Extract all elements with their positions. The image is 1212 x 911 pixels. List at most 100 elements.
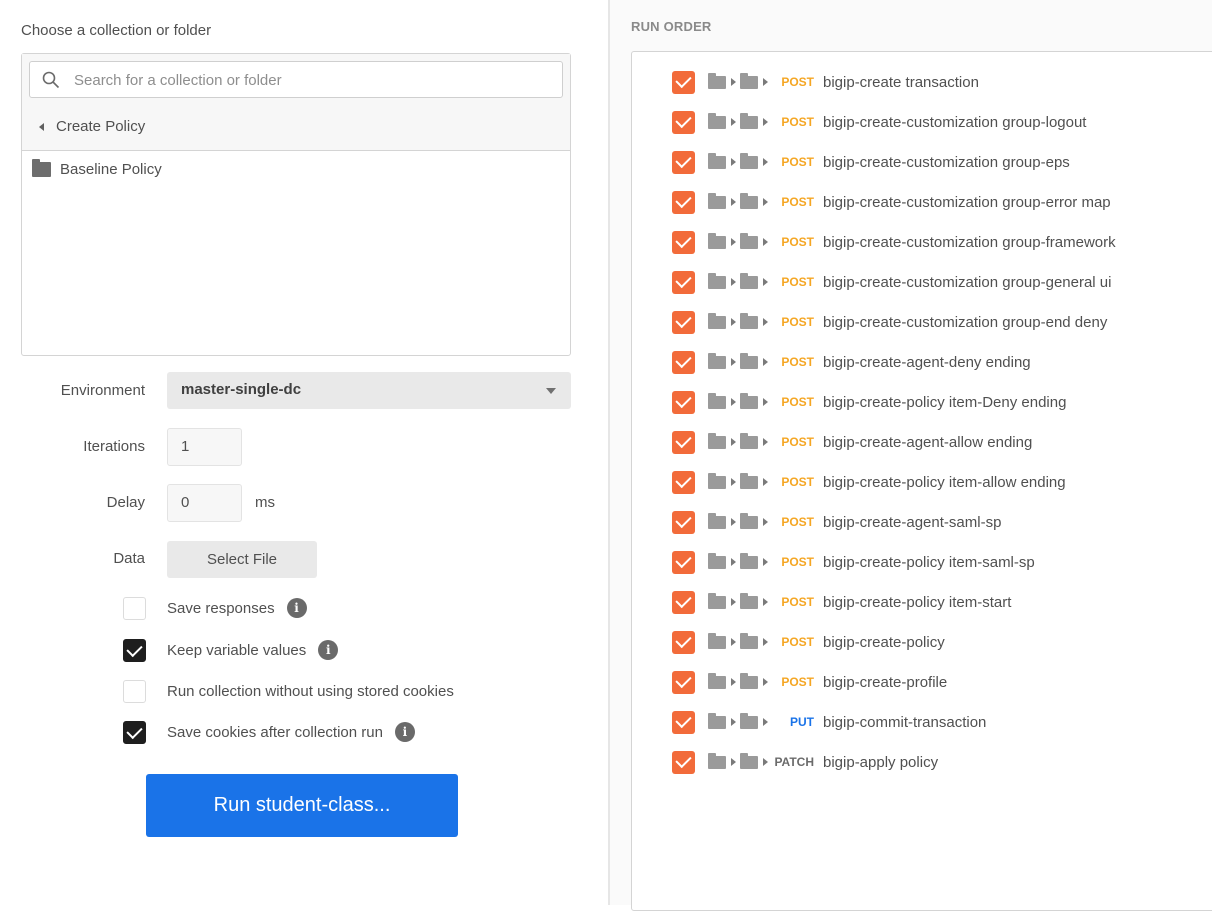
request-checkbox[interactable] — [672, 230, 695, 254]
chevron-right-icon — [730, 598, 736, 606]
chevron-right-icon — [762, 238, 768, 246]
request-checkbox[interactable] — [672, 150, 695, 174]
search-icon — [42, 71, 60, 89]
search-input[interactable] — [74, 68, 544, 92]
request-name: bigip-create-agent-allow ending — [823, 433, 1033, 451]
option-keep-variable-values: Keep variable values i — [123, 638, 339, 662]
folder-icon — [740, 352, 758, 369]
request-checkbox[interactable] — [672, 550, 695, 574]
run-order-item[interactable]: POST bigip-create-policy — [672, 630, 945, 654]
run-order-title: RUN ORDER — [631, 19, 712, 34]
run-order-item[interactable]: PATCH bigip-apply policy — [672, 750, 938, 774]
folder-icon — [708, 272, 726, 289]
select-file-button[interactable]: Select File — [167, 541, 317, 578]
run-order-item[interactable]: POST bigip-create-policy item-start — [672, 590, 1011, 614]
request-checkbox[interactable] — [672, 310, 695, 334]
keep-variable-values-label: Keep variable values — [167, 641, 307, 659]
request-name: bigip-create-customization group-end den… — [823, 313, 1108, 331]
folder-icon — [740, 272, 758, 289]
request-checkbox[interactable] — [672, 270, 695, 294]
no-stored-cookies-checkbox[interactable] — [123, 679, 146, 703]
folder-icon — [708, 432, 726, 449]
info-icon[interactable]: i — [394, 722, 415, 742]
request-checkbox[interactable] — [672, 110, 695, 134]
run-order-item[interactable]: PUT bigip-commit-transaction — [672, 710, 986, 734]
folder-icon — [740, 552, 758, 569]
request-checkbox[interactable] — [672, 470, 695, 494]
request-checkbox[interactable] — [672, 190, 695, 214]
search-box[interactable] — [29, 61, 563, 98]
chevron-right-icon — [730, 238, 736, 246]
request-checkbox[interactable] — [672, 430, 695, 454]
run-order-item[interactable]: POST bigip-create-agent-allow ending — [672, 430, 1032, 454]
delay-unit: ms — [255, 494, 275, 511]
http-method-badge: POST — [781, 315, 814, 329]
run-order-item[interactable]: POST bigip-create-customization group-eps — [672, 150, 1070, 174]
run-order-item[interactable]: POST bigip-create-customization group-gen… — [672, 270, 1112, 294]
folder-icon — [740, 712, 758, 729]
keep-variable-values-checkbox[interactable] — [123, 638, 146, 662]
folder-icon — [708, 552, 726, 569]
folder-icon — [740, 232, 758, 249]
folder-item-baseline-policy[interactable]: Baseline Policy — [32, 159, 162, 178]
run-order-item[interactable]: POST bigip-create-customization group-fra… — [672, 230, 1116, 254]
chevron-right-icon — [762, 678, 768, 686]
folder-icon — [740, 432, 758, 449]
folder-icon — [708, 352, 726, 369]
info-icon[interactable]: i — [286, 598, 307, 618]
chevron-right-icon — [730, 118, 736, 126]
folder-icon — [708, 472, 726, 489]
collection-picker: Create Policy Baseline Policy — [21, 53, 571, 356]
save-cookies-checkbox[interactable] — [123, 720, 146, 744]
request-name: bigip-create transaction — [823, 73, 979, 91]
chevron-right-icon — [762, 278, 768, 286]
save-responses-checkbox[interactable] — [123, 596, 146, 620]
request-checkbox[interactable] — [672, 510, 695, 534]
folder-icon — [708, 312, 726, 329]
breadcrumb-back[interactable]: Create Policy — [39, 118, 145, 135]
request-checkbox[interactable] — [672, 630, 695, 654]
request-checkbox[interactable] — [672, 390, 695, 414]
environment-select[interactable]: master-single-dc — [167, 372, 571, 409]
folder-icon — [740, 72, 758, 89]
folder-icon — [708, 392, 726, 409]
run-order-item[interactable]: POST bigip-create transaction — [672, 70, 979, 94]
run-order-item[interactable]: POST bigip-create-agent-deny ending — [672, 350, 1031, 374]
collection-runner-settings: Choose a collection or folder Create Pol… — [0, 0, 609, 905]
http-method-badge: POST — [781, 395, 814, 409]
chevron-right-icon — [730, 718, 736, 726]
chevron-right-icon — [730, 158, 736, 166]
request-checkbox[interactable] — [672, 670, 695, 694]
run-order-item[interactable]: POST bigip-create-policy item-saml-sp — [672, 550, 1035, 574]
folder-icon — [740, 472, 758, 489]
run-order-item[interactable]: POST bigip-create-customization group-log… — [672, 110, 1086, 134]
environment-label: Environment — [60, 382, 145, 399]
chevron-right-icon — [730, 318, 736, 326]
run-collection-button[interactable]: Run student-class... — [146, 774, 458, 837]
iterations-input[interactable]: 1 — [167, 428, 242, 466]
run-order-item[interactable]: POST bigip-create-agent-saml-sp — [672, 510, 1001, 534]
request-name: bigip-create-customization group-eps — [823, 153, 1070, 171]
folder-icon — [740, 752, 758, 769]
chevron-right-icon — [730, 478, 736, 486]
folder-icon — [708, 192, 726, 209]
option-no-stored-cookies: Run collection without using stored cook… — [123, 679, 454, 703]
request-checkbox[interactable] — [672, 750, 695, 774]
back-arrow-icon — [39, 122, 44, 131]
request-name: bigip-create-customization group-framewo… — [823, 233, 1116, 251]
delay-input[interactable]: 0 — [167, 484, 242, 522]
folder-icon — [708, 232, 726, 249]
folder-icon — [740, 592, 758, 609]
request-checkbox[interactable] — [672, 350, 695, 374]
chevron-right-icon — [730, 758, 736, 766]
info-icon[interactable]: i — [318, 640, 339, 660]
run-order-item[interactable]: POST bigip-create-policy item-Deny ending — [672, 390, 1066, 414]
run-order-item[interactable]: POST bigip-create-profile — [672, 670, 947, 694]
request-checkbox[interactable] — [672, 590, 695, 614]
chevron-down-icon — [546, 388, 556, 394]
run-order-item[interactable]: POST bigip-create-customization group-err… — [672, 190, 1111, 214]
run-order-item[interactable]: POST bigip-create-policy item-allow endin… — [672, 470, 1066, 494]
run-order-item[interactable]: POST bigip-create-customization group-end… — [672, 310, 1107, 334]
request-checkbox[interactable] — [672, 70, 695, 94]
request-checkbox[interactable] — [672, 710, 695, 734]
